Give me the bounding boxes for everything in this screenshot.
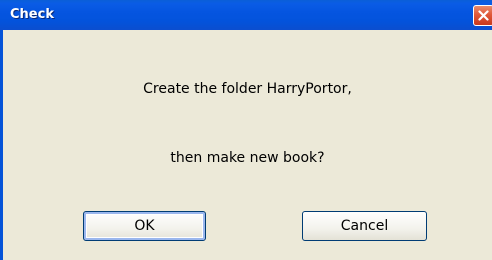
window-title: Check xyxy=(10,7,54,22)
close-button[interactable] xyxy=(473,5,492,26)
window-frame-left xyxy=(0,30,3,260)
cancel-button[interactable]: Cancel xyxy=(302,211,427,241)
title-bar[interactable]: Check xyxy=(0,0,492,30)
message-line-1: Create the folder HarryPortor, xyxy=(143,81,352,97)
ok-button[interactable]: OK xyxy=(83,211,206,241)
message-line-2: then make new book? xyxy=(170,150,325,166)
dialog-window: Check Create the folder HarryPortor, the… xyxy=(0,0,492,260)
close-icon xyxy=(478,10,489,21)
